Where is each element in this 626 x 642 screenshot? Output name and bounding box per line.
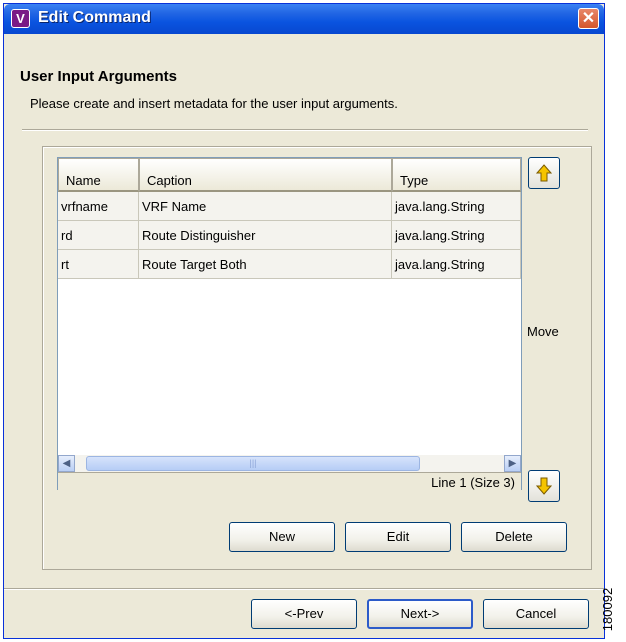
header-panel: User Input Arguments Please create and i…	[4, 34, 604, 131]
cell-type[interactable]: java.lang.String	[392, 221, 521, 250]
cell-caption[interactable]: VRF Name	[139, 192, 392, 221]
section-description: Please create and insert metadata for th…	[30, 96, 398, 111]
cell-name[interactable]: rd	[58, 221, 139, 250]
table-row[interactable]: rt Route Target Both java.lang.String	[58, 250, 521, 279]
move-down-button[interactable]	[528, 470, 560, 502]
close-icon: ✕	[581, 10, 596, 27]
footer-divider	[4, 588, 604, 590]
move-label: Move	[527, 324, 559, 339]
header-divider	[22, 129, 588, 131]
cancel-button[interactable]: Cancel	[483, 599, 589, 629]
next-button[interactable]: Next->	[367, 599, 473, 629]
figure-code: 180092	[600, 580, 626, 640]
column-header-caption[interactable]: Caption	[139, 158, 392, 192]
move-up-button[interactable]	[528, 157, 560, 189]
scroll-right-button[interactable]: ▶	[504, 455, 521, 472]
table-body: vrfname VRF Name java.lang.String rd Rou…	[58, 192, 521, 455]
grip-icon: |||	[249, 458, 257, 468]
cell-caption[interactable]: Route Distinguisher	[139, 221, 392, 250]
cell-name[interactable]: rt	[58, 250, 139, 279]
table-status: Line 1 (Size 3)	[431, 475, 515, 490]
table-row[interactable]: rd Route Distinguisher java.lang.String	[58, 221, 521, 250]
prev-button[interactable]: <-Prev	[251, 599, 357, 629]
new-button[interactable]: New	[229, 522, 335, 552]
cell-caption[interactable]: Route Target Both	[139, 250, 392, 279]
table-status-bar: Line 1 (Size 3)	[58, 472, 521, 490]
table-row[interactable]: vrfname VRF Name java.lang.String	[58, 192, 521, 221]
scroll-thumb[interactable]: |||	[86, 456, 420, 471]
close-button[interactable]: ✕	[578, 8, 599, 29]
arrow-down-icon	[536, 477, 552, 495]
arguments-table: Name Caption Type vrfname VRF Name java.…	[57, 157, 522, 490]
edit-button[interactable]: Edit	[345, 522, 451, 552]
chevron-right-icon: ▶	[508, 458, 517, 469]
column-header-name[interactable]: Name	[58, 158, 139, 192]
edit-command-dialog: V Edit Command ✕ User Input Arguments Pl…	[3, 3, 605, 639]
window-title: Edit Command	[38, 9, 151, 26]
title-bar[interactable]: V Edit Command ✕	[4, 4, 604, 34]
cell-name[interactable]: vrfname	[58, 192, 139, 221]
table-header: Name Caption Type	[58, 158, 521, 192]
delete-button[interactable]: Delete	[461, 522, 567, 552]
figure-code-text: 180092	[600, 587, 616, 632]
horizontal-scrollbar[interactable]: ◀ ||| ▶	[58, 455, 521, 472]
cell-type[interactable]: java.lang.String	[392, 192, 521, 221]
arrow-up-icon	[536, 164, 552, 182]
scroll-left-button[interactable]: ◀	[58, 455, 75, 472]
column-header-type[interactable]: Type	[392, 158, 521, 192]
chevron-left-icon: ◀	[62, 458, 71, 469]
section-title: User Input Arguments	[20, 68, 177, 85]
cell-type[interactable]: java.lang.String	[392, 250, 521, 279]
app-icon: V	[11, 9, 30, 28]
